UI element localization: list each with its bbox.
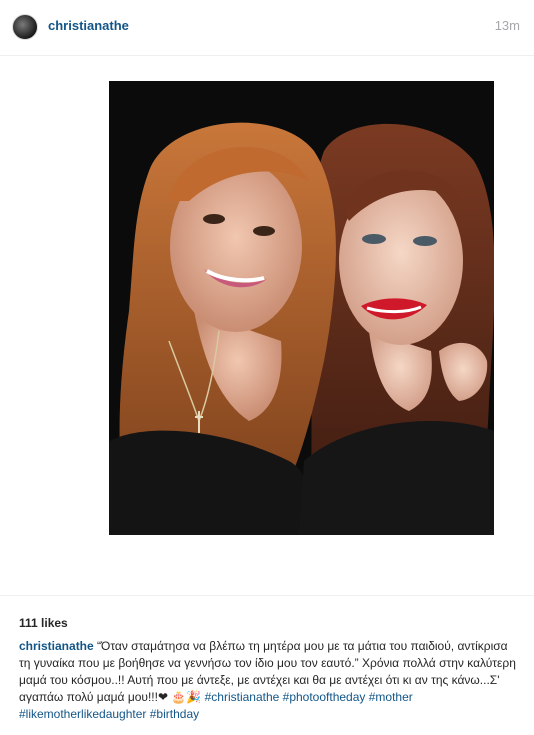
hashtag-christianathe[interactable]: #christianathe (205, 690, 280, 704)
likes-count[interactable]: 111 likes (19, 616, 68, 630)
hashtag-likemotherlikedaughter[interactable]: #likemotherlikedaughter (19, 707, 146, 721)
post-photo[interactable] (109, 81, 494, 535)
hashtag-mother[interactable]: #mother (369, 690, 413, 704)
avatar[interactable] (12, 14, 38, 40)
divider (0, 595, 534, 596)
username-link[interactable]: christianathe (48, 18, 129, 33)
caption: christianathe “Όταν σταμάτησα να βλέπω τ… (19, 638, 519, 723)
hashtag-birthday[interactable]: #birthday (150, 707, 199, 721)
post-header: christianathe 13m (0, 0, 534, 56)
selfie-photo-image (109, 81, 494, 535)
hashtag-photooftheday[interactable]: #photooftheday (283, 690, 366, 704)
caption-username[interactable]: christianathe (19, 639, 94, 653)
post-timestamp[interactable]: 13m (495, 18, 520, 33)
